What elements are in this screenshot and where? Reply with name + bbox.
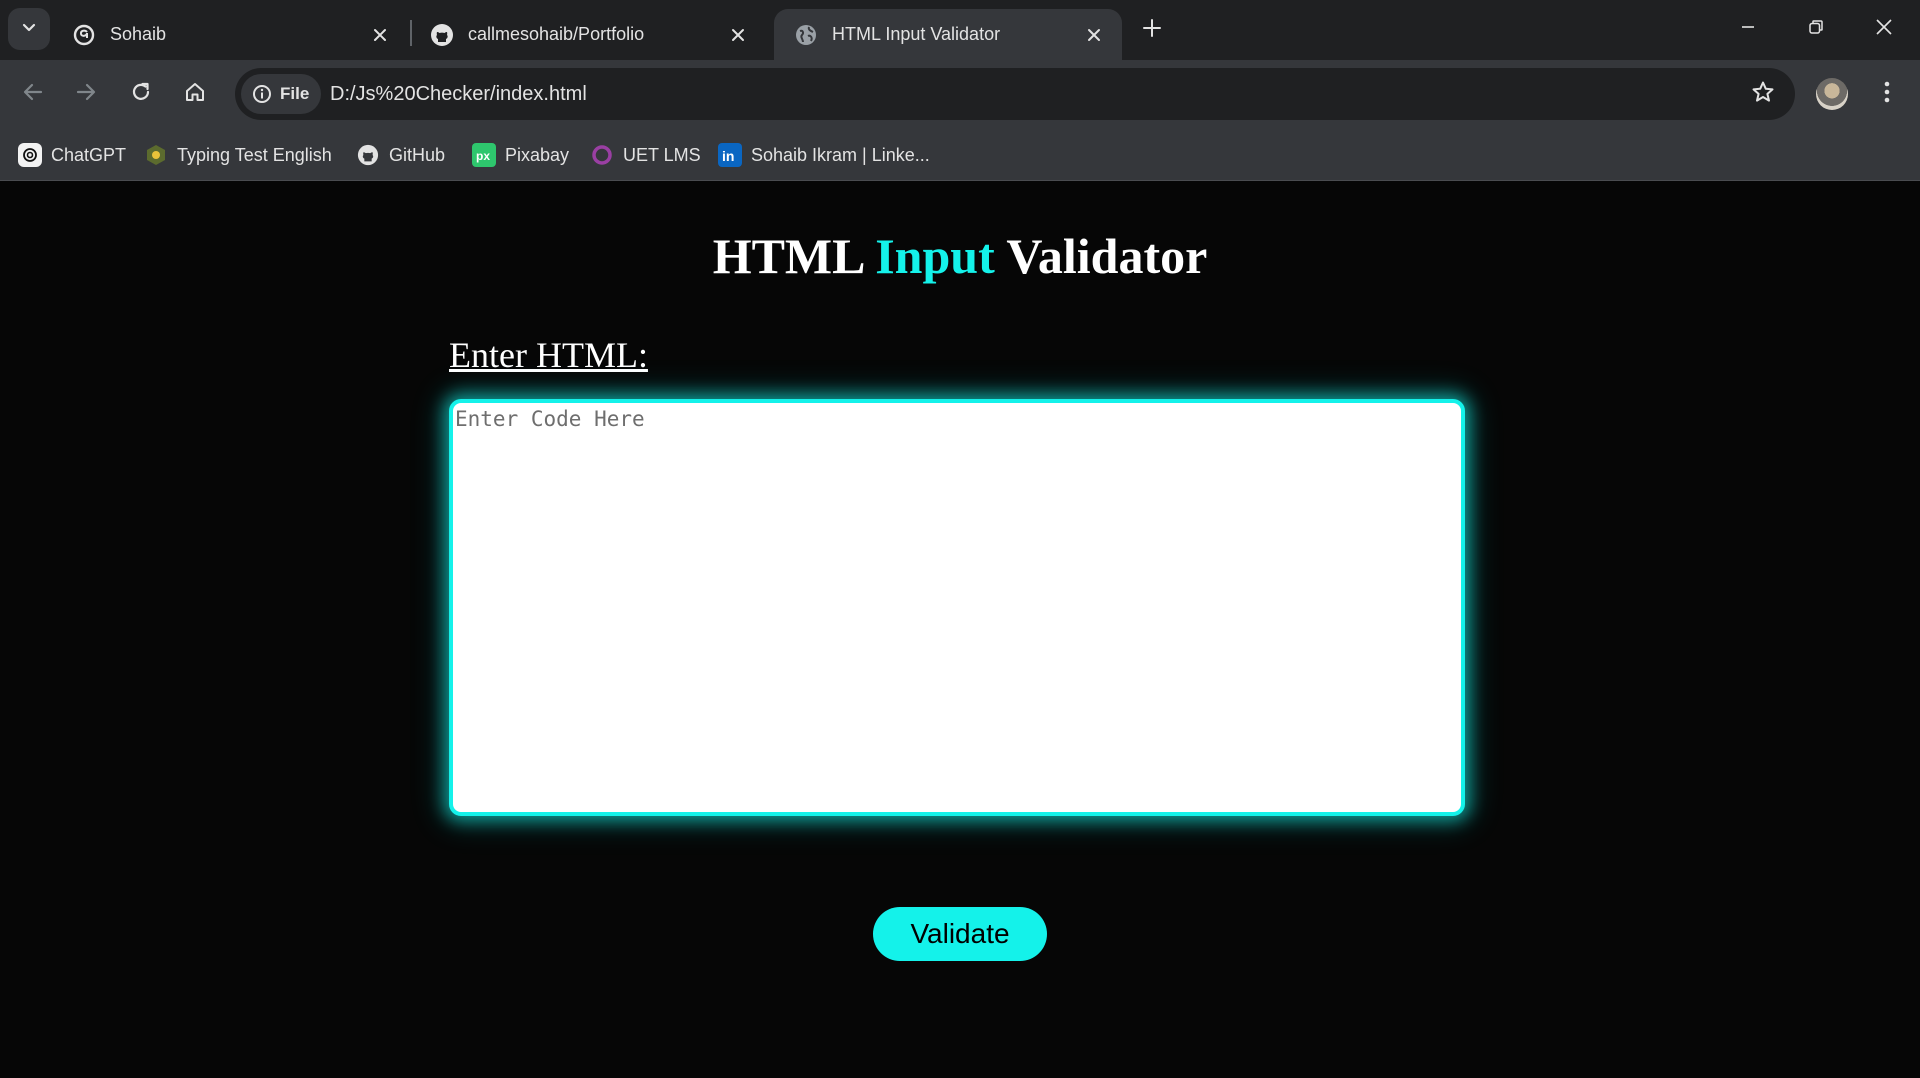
home-icon	[184, 81, 206, 108]
star-icon	[1751, 80, 1775, 109]
globe-icon	[794, 23, 818, 47]
tab-search-button[interactable]	[8, 8, 50, 50]
chip-label: File	[280, 84, 310, 103]
address-bar[interactable]: File D:/Js%20Checker/index.html	[235, 68, 1795, 120]
minimize-button[interactable]	[1714, 0, 1782, 58]
validate-button[interactable]: Validate	[873, 907, 1047, 961]
tab-title: callmesohaib/Portfolio	[468, 24, 645, 44]
close-icon	[1875, 18, 1893, 41]
bookmark-label: ChatGPT	[51, 144, 127, 165]
svg-text:px: px	[476, 149, 490, 163]
tab-portfolio[interactable]: callmesohaib/Portfolio	[410, 9, 766, 60]
enter-html-label: Enter HTML:	[449, 335, 648, 375]
bookmark-label: Pixabay	[505, 144, 570, 165]
page-content: HTML Input Validator Enter HTML: Validat…	[0, 181, 1920, 1078]
site-info-chip[interactable]: File	[241, 74, 321, 114]
tab-sohaib[interactable]: Sohaib	[52, 9, 408, 60]
bookmark-label: Sohaib Ikram | Linke...	[751, 144, 930, 165]
forward-button[interactable]	[66, 74, 106, 114]
home-button[interactable]	[175, 74, 215, 114]
arrow-left-icon	[22, 81, 44, 108]
page-title: HTML Input Validator	[0, 227, 1920, 285]
linkedin-icon: in	[718, 143, 742, 167]
svg-text:in: in	[722, 148, 734, 164]
chevron-down-icon	[21, 19, 37, 40]
lms-icon	[590, 143, 614, 167]
tab-title: HTML Input Validator	[832, 24, 1001, 44]
browser-menu-button[interactable]	[1872, 74, 1902, 114]
typing-test-icon	[144, 143, 168, 167]
reload-icon	[130, 81, 152, 108]
arrow-right-icon	[75, 81, 97, 108]
close-icon[interactable]	[366, 21, 394, 49]
title-input-accent: Input	[875, 228, 995, 284]
browser-toolbar: File D:/Js%20Checker/index.html	[0, 60, 1920, 130]
github-icon	[430, 23, 454, 47]
bookmarks-bar: ChatGPT Typing Test English GitHub px Pi…	[0, 130, 1920, 181]
title-html: HTML	[712, 228, 863, 284]
close-window-button[interactable]	[1850, 0, 1918, 58]
pixabay-icon: px	[472, 143, 496, 167]
tab-title: Sohaib	[110, 24, 167, 44]
close-icon[interactable]	[724, 21, 752, 49]
back-button[interactable]	[13, 74, 53, 114]
bookmark-uet-lms[interactable]: UET LMS	[590, 130, 701, 180]
reload-button[interactable]	[121, 74, 161, 114]
github-icon	[356, 143, 380, 167]
bookmark-star-button[interactable]	[1745, 76, 1781, 112]
plus-icon	[1142, 18, 1162, 43]
profile-avatar[interactable]	[1816, 78, 1848, 110]
tab-html-input-validator[interactable]: HTML Input Validator	[774, 9, 1122, 60]
html-code-input[interactable]	[449, 399, 1465, 816]
bookmark-pixabay[interactable]: px Pixabay	[472, 130, 569, 180]
bookmark-chatgpt[interactable]: ChatGPT	[18, 130, 126, 180]
tab-strip: Sohaib callmesohaib/Portfolio HTML Input…	[0, 0, 1920, 60]
restore-button[interactable]	[1782, 0, 1850, 58]
new-tab-button[interactable]	[1136, 11, 1168, 49]
bookmark-github[interactable]: GitHub	[356, 130, 445, 180]
bookmark-linkedin[interactable]: in Sohaib Ikram | Linke...	[718, 130, 930, 180]
bookmark-label: Typing Test English	[177, 144, 332, 165]
info-icon	[253, 85, 271, 103]
minimize-icon	[1740, 19, 1756, 40]
bookmark-label: UET LMS	[623, 144, 701, 165]
threads-icon	[72, 23, 96, 47]
restore-icon	[1808, 19, 1824, 40]
bookmark-typing-test[interactable]: Typing Test English	[144, 130, 332, 180]
url-text[interactable]: D:/Js%20Checker/index.html	[330, 68, 587, 120]
chatgpt-icon	[18, 143, 42, 167]
title-validator: Validator	[1006, 228, 1208, 284]
bookmark-label: GitHub	[389, 144, 446, 165]
close-icon[interactable]	[1080, 21, 1108, 49]
more-vertical-icon	[1884, 81, 1890, 108]
